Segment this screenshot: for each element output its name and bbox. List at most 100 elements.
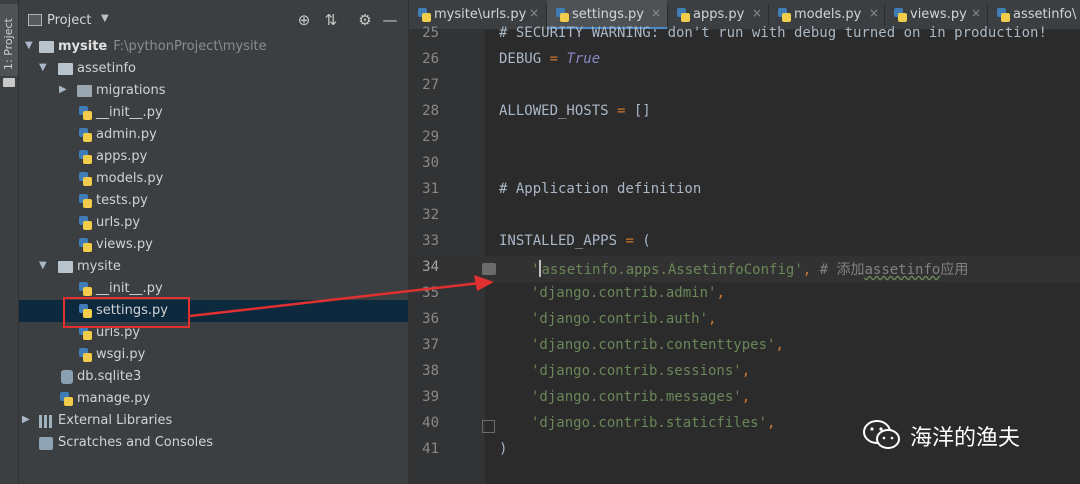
code-line: 26 DEBUG = True	[409, 48, 1080, 74]
tree-item-path: F:\pythonProject\mysite	[113, 39, 267, 54]
python-file-icon	[60, 392, 73, 406]
python-file-icon	[79, 172, 92, 186]
code-text: (	[642, 233, 651, 249]
folder-icon	[58, 63, 73, 75]
code-string: 'django.contrib.admin'	[531, 285, 717, 301]
line-number: 35	[422, 285, 439, 301]
tree-item-label: manage.py	[77, 391, 151, 406]
python-file-icon	[79, 216, 92, 230]
code-string: 'django.contrib.contenttypes'	[531, 337, 776, 353]
code-line: 33 INSTALLED_APPS = (	[409, 230, 1080, 256]
line-number: 36	[422, 311, 439, 327]
python-file-icon	[677, 8, 690, 22]
code-operator: ,	[767, 415, 776, 431]
chevron-down-icon[interactable]: ▼	[39, 260, 47, 271]
tree-item-manage[interactable]: manage.py	[19, 388, 408, 410]
code-line: 32	[409, 204, 1080, 230]
hide-panel-icon[interactable]: —	[381, 11, 399, 29]
tree-item-mysite-root[interactable]: ▼ mysite F:\pythonProject\mysite	[19, 36, 408, 58]
tool-window-strip: 1: Project	[0, 0, 19, 484]
code-operator: ,	[741, 363, 751, 379]
scratches-icon	[39, 437, 53, 450]
tab-label: settings.py	[572, 7, 644, 22]
tree-item-db-sqlite3[interactable]: db.sqlite3	[19, 366, 408, 388]
code-string: 'django.contrib.sessions'	[531, 363, 742, 379]
line-number: 30	[422, 155, 439, 171]
tree-item-mysite-package[interactable]: ▼ mysite	[19, 256, 408, 278]
code-text: DEBUG	[499, 51, 550, 67]
tree-item-admin[interactable]: admin.py	[19, 124, 408, 146]
database-file-icon	[61, 370, 73, 384]
editor-pane: mysite\urls.py × settings.py × apps.py ×…	[408, 0, 1080, 484]
tree-item-tests[interactable]: tests.py	[19, 190, 408, 212]
code-line-current: 34 ' assetinfo.apps.AssetinfoConfig', # 添…	[409, 256, 1080, 282]
code-line: 38 'django.contrib.sessions',	[409, 360, 1080, 386]
code-comment: 应用	[940, 262, 969, 278]
tree-item-assetinfo-init[interactable]: __init__.py	[19, 102, 408, 124]
tree-item-scratches[interactable]: Scratches and Consoles	[19, 432, 408, 454]
folder-icon	[77, 85, 92, 97]
chevron-down-icon[interactable]: ▼	[101, 13, 109, 24]
code-operator: =	[617, 103, 634, 119]
tree-item-label: mysite	[58, 39, 108, 54]
tree-item-external-libraries[interactable]: ▶ External Libraries	[19, 410, 408, 432]
code-line: 28 ALLOWED_HOSTS = []	[409, 100, 1080, 126]
bookmark-icon[interactable]	[482, 263, 496, 275]
watermark-text: 海洋的渔夫	[910, 426, 1021, 451]
code-keyword: True	[566, 51, 601, 67]
tree-item-wsgi[interactable]: wsgi.py	[19, 344, 408, 366]
code-comment: assetinfo	[864, 262, 941, 278]
close-icon[interactable]: ×	[529, 6, 539, 20]
code-line: 39 'django.contrib.messages',	[409, 386, 1080, 412]
chevron-right-icon[interactable]: ▶	[59, 84, 67, 95]
close-icon[interactable]: ×	[971, 6, 981, 20]
line-number: 25	[422, 25, 439, 41]
fold-marker-icon[interactable]	[482, 420, 495, 433]
close-icon[interactable]: ×	[752, 6, 762, 20]
python-file-icon	[79, 326, 92, 340]
code-string: 'django.contrib.staticfiles'	[531, 415, 768, 431]
line-number: 29	[422, 129, 439, 145]
code-line: 35 'django.contrib.admin',	[409, 282, 1080, 308]
tree-item-label: models.py	[96, 171, 164, 186]
locate-icon[interactable]: ⊕	[295, 11, 313, 29]
tree-item-label: __init__.py	[96, 281, 163, 296]
close-icon[interactable]: ×	[651, 6, 661, 20]
chevron-down-icon[interactable]: ▼	[25, 40, 33, 51]
collapse-all-icon[interactable]: ⇅	[322, 11, 340, 29]
line-number: 41	[422, 441, 439, 457]
gear-icon[interactable]: ⚙	[356, 11, 374, 29]
code-line: 37 'django.contrib.contenttypes',	[409, 334, 1080, 360]
code-text: )	[499, 441, 508, 457]
tree-item-migrations[interactable]: ▶ migrations	[19, 80, 408, 102]
python-file-icon	[556, 8, 569, 22]
line-number: 38	[422, 363, 439, 379]
tab-label: models.py	[794, 7, 862, 22]
project-view-icon	[28, 14, 42, 26]
tree-item-label: mysite	[77, 259, 121, 274]
tree-item-assetinfo-urls[interactable]: urls.py	[19, 212, 408, 234]
tree-item-views[interactable]: views.py	[19, 234, 408, 256]
tree-item-label: migrations	[96, 83, 166, 98]
line-number: 34	[422, 259, 439, 275]
chevron-right-icon[interactable]: ▶	[22, 414, 30, 425]
chevron-down-icon[interactable]: ▼	[39, 62, 47, 73]
tree-item-assetinfo[interactable]: ▼ assetinfo	[19, 58, 408, 80]
code-operator: =	[549, 51, 567, 67]
line-number: 26	[422, 51, 439, 67]
python-file-icon	[79, 238, 92, 252]
code-operator: ,	[741, 389, 751, 405]
python-file-icon	[79, 348, 92, 362]
python-file-icon	[778, 8, 791, 22]
tree-item-models[interactable]: models.py	[19, 168, 408, 190]
line-number: 37	[422, 337, 439, 353]
tree-item-label: tests.py	[96, 193, 148, 208]
code-string: 'django.contrib.auth'	[531, 311, 709, 327]
python-file-icon	[79, 150, 92, 164]
python-file-icon	[418, 8, 431, 22]
close-icon[interactable]: ×	[869, 6, 879, 20]
project-panel-title[interactable]: Project	[47, 13, 91, 28]
code-line: 27	[409, 74, 1080, 100]
code-string: 'django.contrib.messages'	[531, 389, 742, 405]
tree-item-apps[interactable]: apps.py	[19, 146, 408, 168]
